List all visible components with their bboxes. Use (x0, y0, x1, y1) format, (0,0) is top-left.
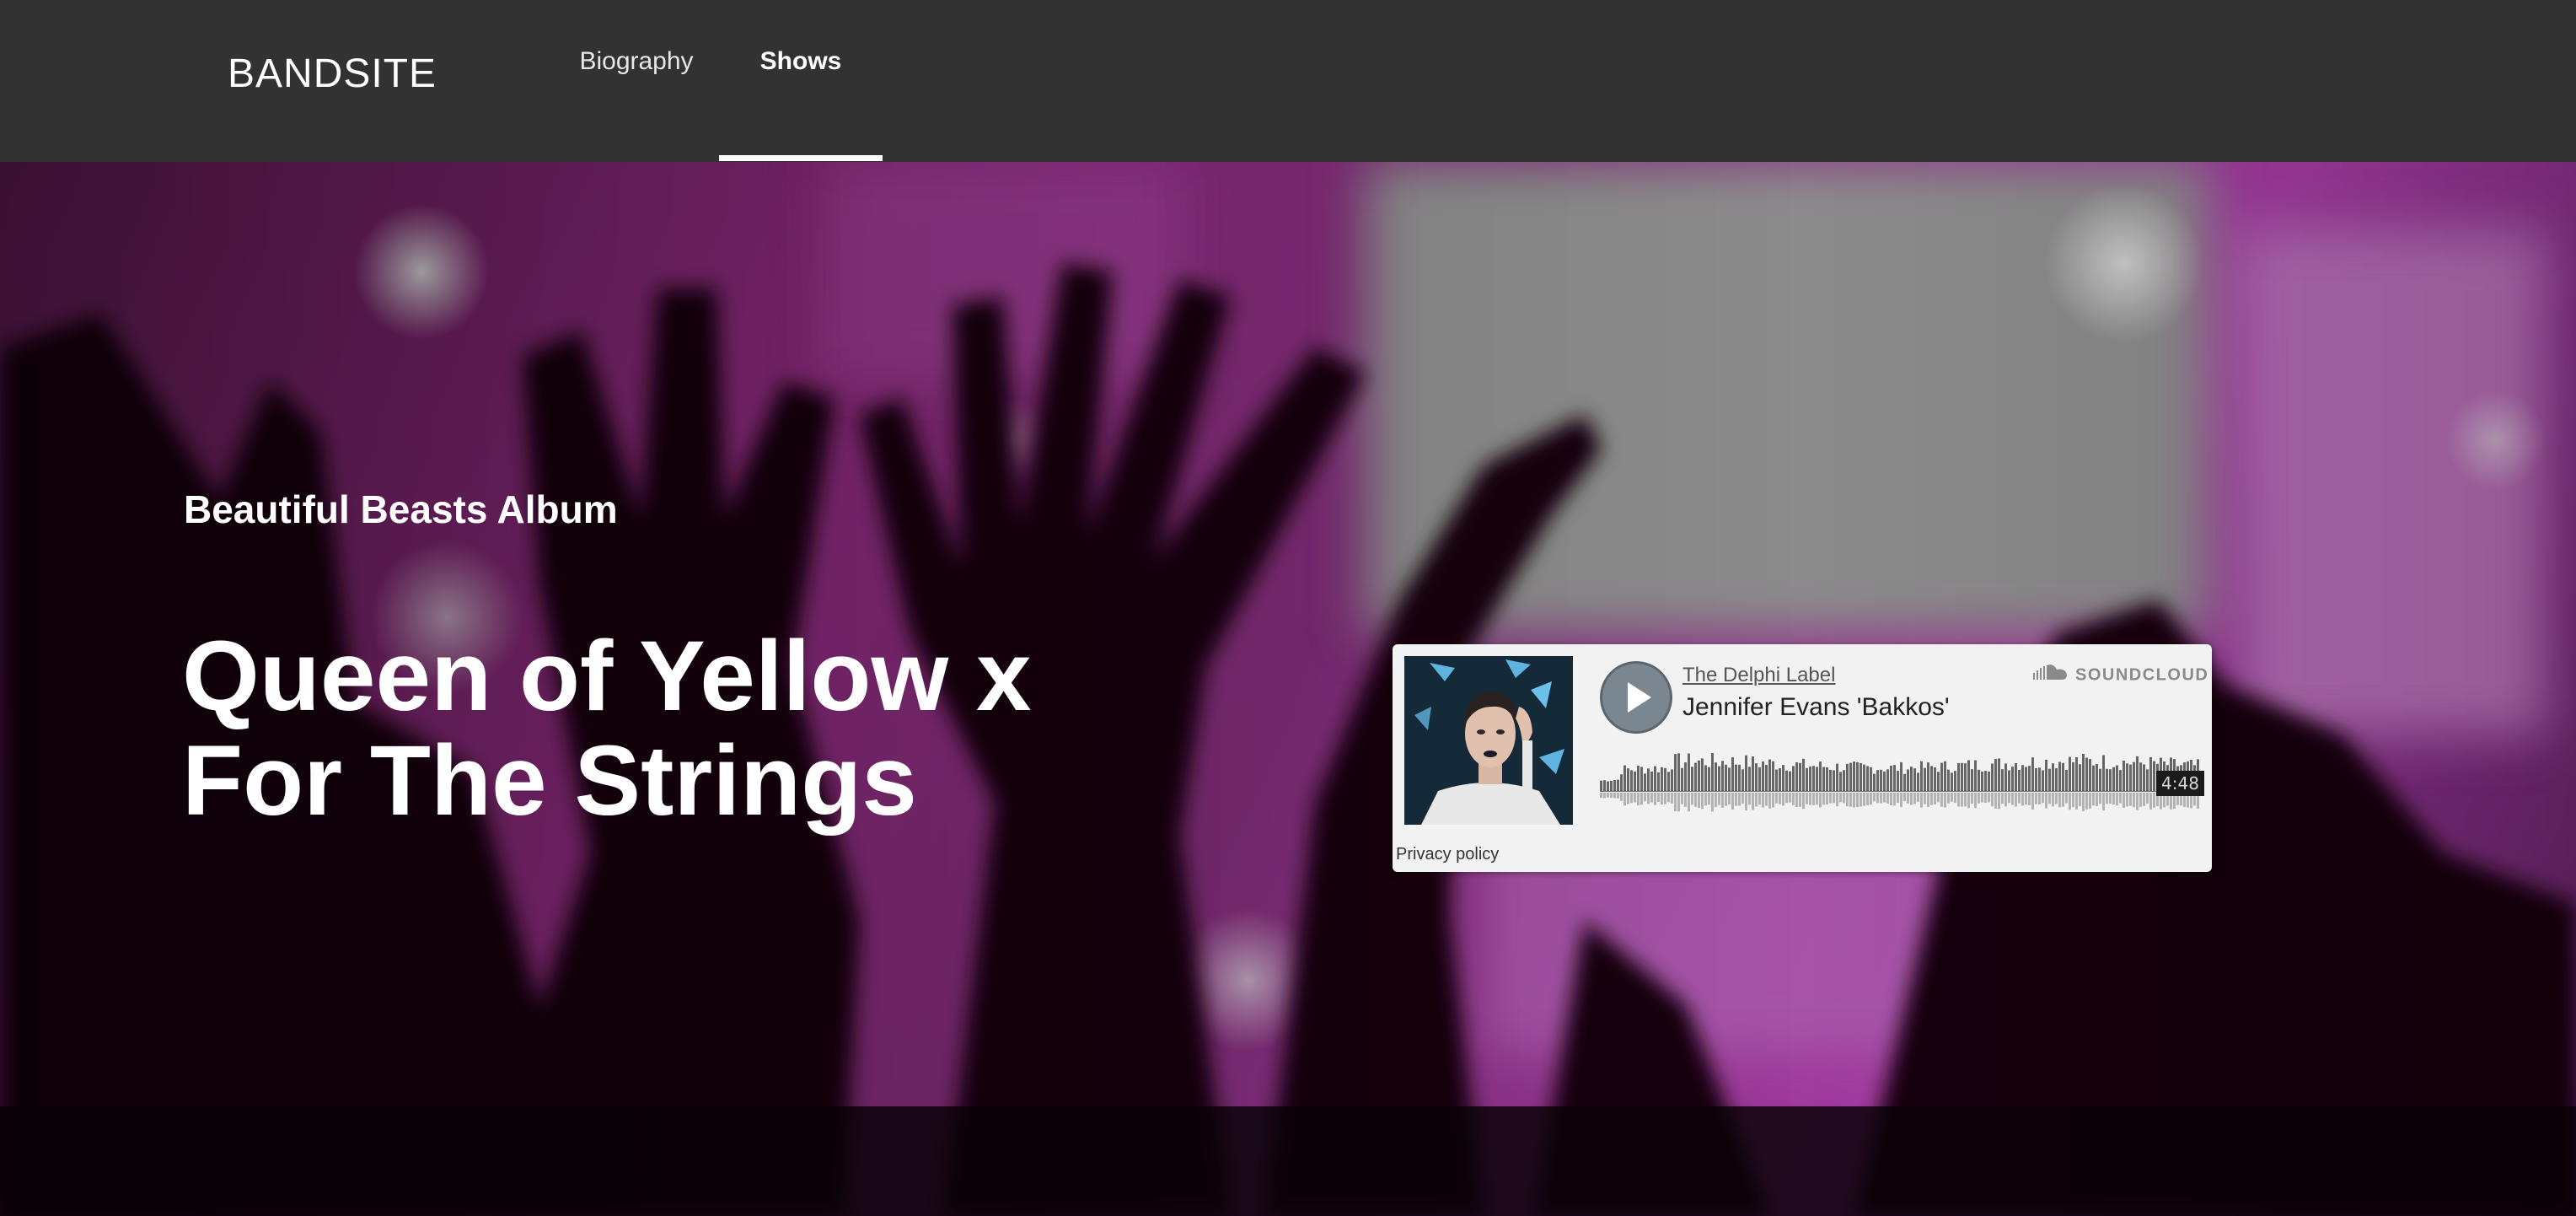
track-title[interactable]: Jennifer Evans 'Bakkos' (1682, 691, 1950, 724)
active-nav-indicator (719, 155, 883, 161)
artist-link[interactable]: The Delphi Label (1682, 663, 1835, 688)
hero-title: Queen of Yellow x For The Strings (182, 624, 1194, 833)
play-icon (1628, 682, 1651, 713)
soundcloud-brand-text: SOUNDCLOUD (2075, 665, 2209, 685)
site-header: BANDSITE Biography Shows (0, 0, 2576, 162)
album-artwork[interactable] (1404, 656, 1573, 825)
nav-link-shows[interactable]: Shows (719, 46, 883, 162)
album-artwork-image (1404, 656, 1573, 825)
nav-link-biography[interactable]: Biography (556, 46, 716, 162)
album-subtitle: Beautiful Beasts Album (184, 487, 618, 531)
waveform-scrubber[interactable] (1600, 747, 2200, 825)
soundcloud-icon (2033, 663, 2070, 688)
hero-section: Beautiful Beasts Album Queen of Yellow x… (0, 162, 2576, 1216)
hero-title-line-2: For The Strings (182, 725, 917, 837)
soundcloud-logo-link[interactable]: SOUNDCLOUD (2033, 663, 2208, 686)
site-logo[interactable]: BANDSITE (228, 51, 437, 98)
privacy-policy-link[interactable]: Privacy policy (1396, 843, 1499, 865)
play-button[interactable] (1600, 661, 1672, 734)
track-duration: 4:48 (2156, 771, 2204, 796)
soundcloud-player[interactable]: The Delphi Label Jennifer Evans 'Bakkos'… (1393, 644, 2212, 872)
hero-title-line-1: Queen of Yellow x (182, 621, 1032, 732)
